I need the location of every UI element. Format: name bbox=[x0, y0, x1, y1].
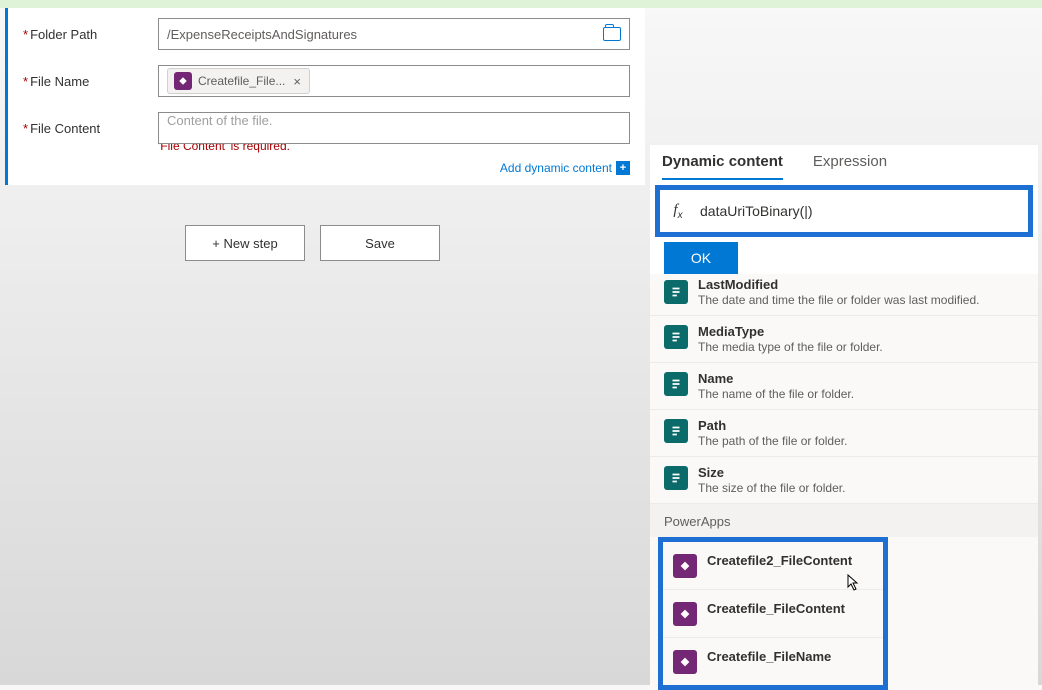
powerapps-section-header: PowerApps bbox=[650, 504, 1038, 537]
sharepoint-icon bbox=[664, 419, 688, 443]
content-placeholder: Content of the file. bbox=[167, 113, 273, 128]
dynamic-item-createfile2-filecontent[interactable]: Createfile2_FileContent bbox=[663, 542, 883, 590]
save-button[interactable]: Save bbox=[320, 225, 440, 261]
dynamic-item[interactable]: Path The path of the file or folder. bbox=[650, 410, 1038, 457]
powerapps-icon bbox=[174, 72, 192, 90]
file-content-input[interactable]: Content of the file. bbox=[158, 112, 630, 144]
sharepoint-icon bbox=[664, 325, 688, 349]
dynamic-content-flyout: Dynamic content Expression fx OK LastMod… bbox=[650, 145, 1038, 690]
ok-button[interactable]: OK bbox=[664, 242, 738, 274]
dynamic-item-createfile-filename[interactable]: Createfile_FileName bbox=[663, 638, 883, 685]
token-text: Createfile_File... bbox=[198, 74, 285, 88]
dynamic-item-createfile-filecontent[interactable]: Createfile_FileContent bbox=[663, 590, 883, 638]
new-step-button[interactable]: + New step bbox=[185, 225, 305, 261]
powerapps-icon bbox=[673, 650, 697, 674]
plus-icon: + bbox=[616, 161, 630, 175]
dynamic-item[interactable]: Name The name of the file or folder. bbox=[650, 363, 1038, 410]
create-file-card: Folder Path /ExpenseReceiptsAndSignature… bbox=[5, 8, 645, 185]
folder-path-value: /ExpenseReceiptsAndSignatures bbox=[167, 27, 357, 42]
folder-picker-icon[interactable] bbox=[603, 27, 621, 41]
formula-input[interactable] bbox=[696, 203, 1028, 219]
fx-icon: fx bbox=[660, 202, 696, 221]
tab-dynamic-content[interactable]: Dynamic content bbox=[662, 153, 783, 180]
token-remove-icon[interactable]: × bbox=[291, 74, 303, 89]
filename-token[interactable]: Createfile_File... × bbox=[167, 68, 310, 94]
file-name-label: File Name bbox=[23, 74, 158, 89]
formula-bar[interactable]: fx bbox=[660, 190, 1028, 232]
dynamic-item[interactable]: MediaType The media type of the file or … bbox=[650, 316, 1038, 363]
powerapps-icon bbox=[673, 602, 697, 626]
dynamic-item[interactable]: LastModified The date and time the file … bbox=[650, 276, 1038, 316]
file-name-input[interactable]: Createfile_File... × bbox=[158, 65, 630, 97]
sharepoint-icon bbox=[664, 280, 688, 304]
add-dynamic-content-link[interactable]: Add dynamic content + bbox=[23, 161, 630, 175]
sharepoint-icon bbox=[664, 372, 688, 396]
folder-path-input[interactable]: /ExpenseReceiptsAndSignatures bbox=[158, 18, 630, 50]
file-content-label: File Content bbox=[23, 121, 158, 136]
powerapps-icon bbox=[673, 554, 697, 578]
dynamic-item[interactable]: Size The size of the file or folder. bbox=[650, 457, 1038, 504]
folder-path-label: Folder Path bbox=[23, 27, 158, 42]
tab-expression[interactable]: Expression bbox=[813, 153, 887, 180]
sharepoint-icon bbox=[664, 466, 688, 490]
